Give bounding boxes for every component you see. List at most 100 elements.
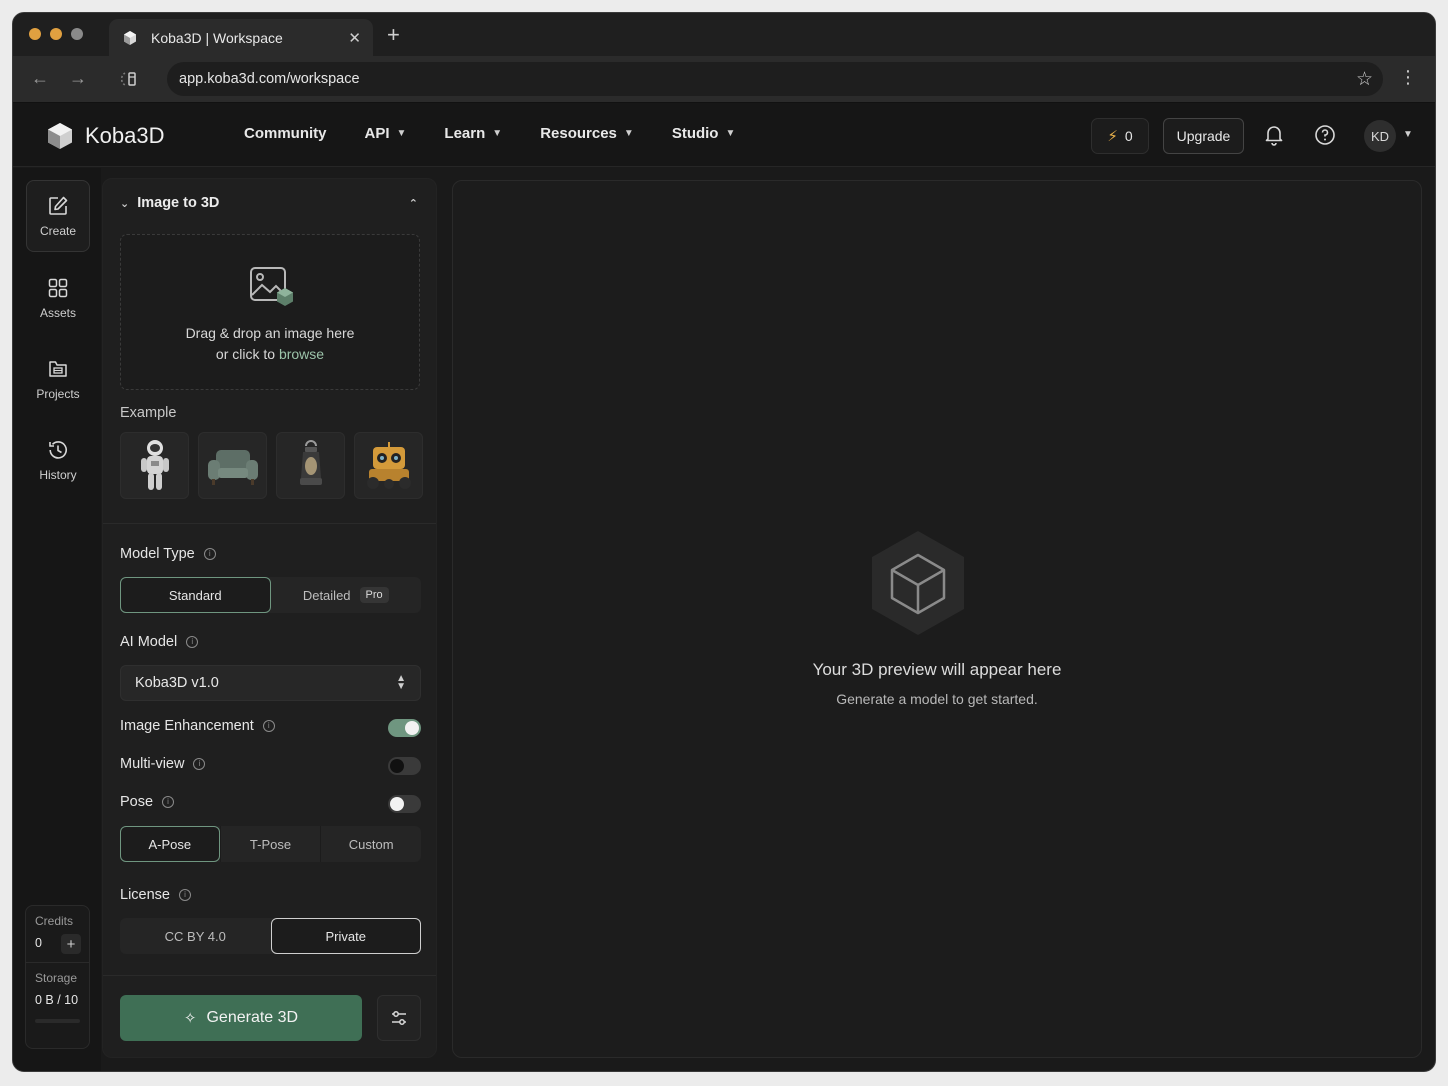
nav-learn[interactable]: Learn ▼	[444, 125, 502, 142]
advanced-settings-button[interactable]	[377, 995, 421, 1041]
chevron-down-icon: ▼	[725, 128, 736, 139]
section-title: Image to 3D	[137, 195, 220, 211]
preview-title: Your 3D preview will appear here	[812, 660, 1062, 679]
ai-model-label: AI Model i	[120, 634, 199, 650]
rail-item-projects[interactable]: Projects	[26, 343, 90, 415]
settings-panel: ⌄ Image to 3D ⌃ Drag & drop an image her…	[102, 178, 437, 1058]
example-armchair[interactable]	[198, 432, 267, 499]
label-text: Pose	[120, 794, 154, 810]
new-tab-button[interactable]: +	[387, 23, 400, 47]
lantern-thumbnail-icon	[299, 439, 322, 485]
example-list	[120, 432, 423, 499]
window-controls	[29, 28, 83, 40]
back-arrow-icon[interactable]: ←	[31, 68, 49, 89]
nav-resources[interactable]: Resources ▼	[540, 125, 634, 142]
close-window-button[interactable]	[29, 28, 41, 40]
image-enhancement-toggle[interactable]	[388, 719, 421, 737]
app-header: Koba3D Community API ▼ Learn ▼ Resources ▼ …	[13, 103, 1435, 167]
ai-model-value: Koba3D v1.0	[135, 675, 219, 691]
divider	[26, 962, 89, 963]
nav-api[interactable]: API ▼	[365, 125, 407, 142]
minimize-window-button[interactable]	[50, 28, 62, 40]
browser-menu-icon[interactable]: ⋮	[1399, 67, 1417, 88]
url-field[interactable]: app.koba3d.com/workspace ☆	[167, 62, 1383, 96]
address-bar: ← → app.koba3d.com/workspace ☆ ⋮	[13, 56, 1435, 103]
preview-area: Your 3D preview will appear here Generat…	[452, 180, 1422, 1058]
multiview-label: Multi-view i	[120, 756, 206, 772]
model-type-detailed[interactable]: Detailed Pro	[271, 577, 422, 613]
pose-custom[interactable]: Custom	[321, 826, 421, 862]
example-lantern[interactable]	[276, 432, 345, 499]
help-icon[interactable]	[1313, 123, 1337, 147]
info-icon[interactable]: i	[178, 889, 191, 901]
rail-item-history[interactable]: History	[26, 424, 90, 496]
browser-tab[interactable]: Koba3D | Workspace ✕	[109, 19, 373, 56]
maximize-window-button[interactable]	[71, 28, 83, 40]
label-text: License	[120, 887, 170, 903]
armchair-thumbnail-icon	[207, 449, 258, 485]
info-icon[interactable]: i	[162, 796, 175, 808]
rail-label: Assets	[39, 305, 76, 320]
label-text: Model Type	[120, 546, 195, 562]
dropzone-prefix: or click to	[215, 346, 279, 362]
logo[interactable]: Koba3D	[45, 121, 165, 151]
left-rail: Create Assets Projects History Credits 0…	[13, 168, 101, 1071]
example-astronaut[interactable]	[120, 432, 189, 499]
browse-link[interactable]: browse	[279, 346, 324, 362]
credits-count: 0	[1124, 128, 1133, 144]
cube-logo-icon	[48, 123, 72, 149]
storage-value: 0 B / 10	[35, 993, 79, 1007]
chevron-down-icon: ▼	[492, 128, 503, 139]
multiview-toggle[interactable]	[388, 757, 421, 775]
example-robot[interactable]	[354, 432, 423, 499]
image-to-3d-header[interactable]: ⌄ Image to 3D ⌃	[120, 195, 418, 211]
license-selector: CC BY 4.0 Private	[120, 918, 421, 954]
upgrade-button[interactable]: Upgrade	[1163, 118, 1244, 154]
astronaut-thumbnail-icon	[140, 439, 169, 490]
info-icon[interactable]: i	[186, 636, 199, 648]
model-type-selector: Standard Detailed Pro	[120, 577, 421, 613]
image-enhancement-label: Image Enhancement i	[120, 718, 275, 734]
nav-community[interactable]: Community	[244, 125, 327, 142]
bell-icon[interactable]	[1262, 123, 1286, 147]
toggle-knob	[405, 721, 419, 735]
chevron-up-icon[interactable]: ⌃	[409, 197, 418, 210]
pose-toggle[interactable]	[388, 795, 421, 813]
tab-close-icon[interactable]: ✕	[348, 29, 361, 47]
image-dropzone[interactable]: Drag & drop an image here or click to br…	[120, 234, 420, 390]
forward-arrow-icon[interactable]: →	[69, 68, 87, 89]
info-icon[interactable]: i	[203, 548, 216, 560]
credits-button[interactable]: ⚡ 0	[1091, 118, 1149, 154]
bookmark-star-icon[interactable]: ☆	[1356, 68, 1373, 91]
site-info-icon[interactable]	[121, 70, 139, 88]
image-upload-icon	[250, 267, 293, 306]
generate-3d-button[interactable]: ✧ Generate 3D	[120, 995, 362, 1041]
pose-a-pose[interactable]: A-Pose	[120, 826, 220, 862]
license-cc-by[interactable]: CC BY 4.0	[120, 918, 271, 954]
info-icon[interactable]: i	[193, 758, 206, 770]
chevron-down-icon[interactable]: ▼	[1403, 129, 1413, 140]
pose-t-pose[interactable]: T-Pose	[221, 826, 321, 862]
add-credits-button[interactable]: +	[61, 934, 81, 954]
generate-label: Generate 3D	[206, 1009, 299, 1026]
usage-card: Credits 0 + Storage 0 B / 10	[25, 905, 90, 1049]
avatar[interactable]: KD	[1364, 120, 1396, 152]
license-private[interactable]: Private	[270, 918, 421, 954]
label-text: Multi-view	[120, 756, 185, 772]
toggle-knob	[390, 797, 404, 811]
storage-label: Storage	[35, 971, 78, 985]
rail-item-create[interactable]: Create	[26, 180, 90, 252]
credits-label: Credits	[35, 914, 74, 928]
chevron-down-icon: ⌄	[120, 197, 130, 210]
storage-progress-bar	[35, 1019, 80, 1023]
info-icon[interactable]: i	[262, 720, 275, 732]
robot-thumbnail-icon	[366, 441, 411, 489]
nav-studio[interactable]: Studio ▼	[672, 125, 736, 142]
ai-model-select[interactable]: Koba3D v1.0 ▲ ▼	[120, 665, 421, 701]
rail-item-assets[interactable]: Assets	[26, 262, 90, 334]
model-type-label: Model Type i	[120, 546, 216, 562]
pro-badge: Pro	[359, 587, 389, 603]
model-type-standard[interactable]: Standard	[120, 577, 271, 613]
sparkle-icon: ✧	[183, 1010, 197, 1027]
toggle-knob	[390, 759, 404, 773]
